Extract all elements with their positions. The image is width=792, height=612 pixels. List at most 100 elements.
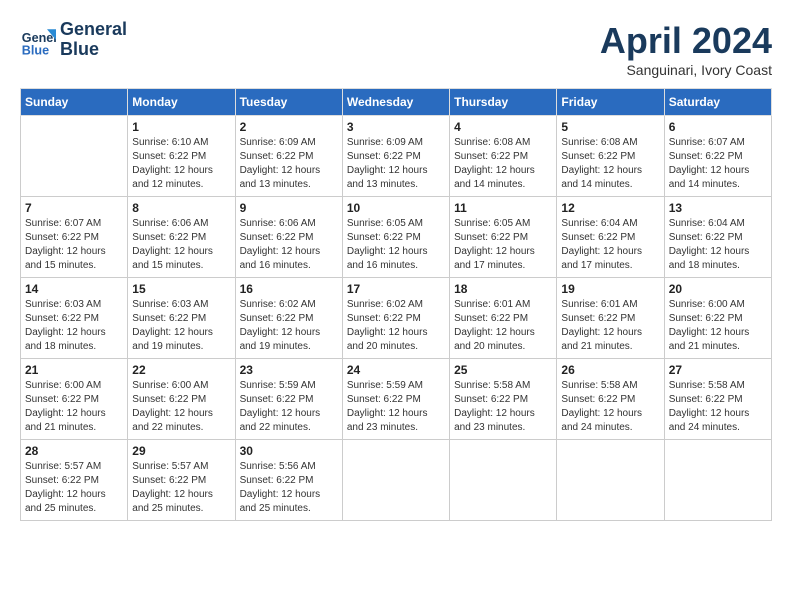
day-info: Sunrise: 6:02 AM Sunset: 6:22 PM Dayligh… — [347, 298, 445, 354]
day-number: 8 — [132, 201, 230, 215]
calendar-cell: 9 Sunrise: 6:06 AM Sunset: 6:22 PM Daylig… — [235, 197, 342, 278]
day-number: 19 — [561, 282, 659, 296]
day-info: Sunrise: 6:03 AM Sunset: 6:22 PM Dayligh… — [132, 298, 230, 354]
day-number: 4 — [454, 120, 552, 134]
day-number: 18 — [454, 282, 552, 296]
calendar-body: 1 Sunrise: 6:10 AM Sunset: 6:22 PM Daylig… — [21, 116, 772, 521]
day-info: Sunrise: 6:09 AM Sunset: 6:22 PM Dayligh… — [347, 136, 445, 192]
day-number: 27 — [669, 363, 767, 377]
weekday-header-sunday: Sunday — [21, 89, 128, 116]
calendar-cell: 7 Sunrise: 6:07 AM Sunset: 6:22 PM Daylig… — [21, 197, 128, 278]
calendar-cell: 21 Sunrise: 6:00 AM Sunset: 6:22 PM Dayli… — [21, 359, 128, 440]
day-number: 11 — [454, 201, 552, 215]
title-area: April 2024 Sanguinari, Ivory Coast — [600, 20, 772, 78]
calendar-week-5: 28 Sunrise: 5:57 AM Sunset: 6:22 PM Dayli… — [21, 440, 772, 521]
calendar-cell — [664, 440, 771, 521]
calendar-week-2: 7 Sunrise: 6:07 AM Sunset: 6:22 PM Daylig… — [21, 197, 772, 278]
logo-line1: General — [60, 20, 127, 40]
day-info: Sunrise: 6:06 AM Sunset: 6:22 PM Dayligh… — [132, 217, 230, 273]
calendar-cell: 29 Sunrise: 5:57 AM Sunset: 6:22 PM Dayli… — [128, 440, 235, 521]
weekday-header-wednesday: Wednesday — [342, 89, 449, 116]
location-subtitle: Sanguinari, Ivory Coast — [600, 62, 772, 78]
calendar-cell: 6 Sunrise: 6:07 AM Sunset: 6:22 PM Daylig… — [664, 116, 771, 197]
calendar-cell: 8 Sunrise: 6:06 AM Sunset: 6:22 PM Daylig… — [128, 197, 235, 278]
calendar-header: SundayMondayTuesdayWednesdayThursdayFrid… — [21, 89, 772, 116]
day-number: 1 — [132, 120, 230, 134]
weekday-header-friday: Friday — [557, 89, 664, 116]
day-info: Sunrise: 6:01 AM Sunset: 6:22 PM Dayligh… — [561, 298, 659, 354]
day-number: 9 — [240, 201, 338, 215]
day-number: 7 — [25, 201, 123, 215]
calendar-cell — [557, 440, 664, 521]
day-info: Sunrise: 6:04 AM Sunset: 6:22 PM Dayligh… — [561, 217, 659, 273]
day-info: Sunrise: 6:02 AM Sunset: 6:22 PM Dayligh… — [240, 298, 338, 354]
logo: General Blue General Blue — [20, 20, 127, 60]
calendar-cell: 15 Sunrise: 6:03 AM Sunset: 6:22 PM Dayli… — [128, 278, 235, 359]
calendar-cell: 19 Sunrise: 6:01 AM Sunset: 6:22 PM Dayli… — [557, 278, 664, 359]
day-info: Sunrise: 6:00 AM Sunset: 6:22 PM Dayligh… — [25, 379, 123, 435]
day-number: 5 — [561, 120, 659, 134]
calendar-cell: 4 Sunrise: 6:08 AM Sunset: 6:22 PM Daylig… — [450, 116, 557, 197]
month-title: April 2024 — [600, 20, 772, 62]
calendar-cell: 17Sunrise: 6:02 AM Sunset: 6:22 PM Dayli… — [342, 278, 449, 359]
calendar-cell: 5Sunrise: 6:08 AM Sunset: 6:22 PM Daylig… — [557, 116, 664, 197]
day-info: Sunrise: 6:00 AM Sunset: 6:22 PM Dayligh… — [669, 298, 767, 354]
calendar-cell — [21, 116, 128, 197]
weekday-header-saturday: Saturday — [664, 89, 771, 116]
day-number: 15 — [132, 282, 230, 296]
day-info: Sunrise: 6:03 AM Sunset: 6:22 PM Dayligh… — [25, 298, 123, 354]
day-info: Sunrise: 6:00 AM Sunset: 6:22 PM Dayligh… — [132, 379, 230, 435]
day-number: 16 — [240, 282, 338, 296]
day-info: Sunrise: 5:58 AM Sunset: 6:22 PM Dayligh… — [561, 379, 659, 435]
weekday-header-thursday: Thursday — [450, 89, 557, 116]
day-number: 28 — [25, 444, 123, 458]
day-number: 22 — [132, 363, 230, 377]
calendar-cell: 27Sunrise: 5:58 AM Sunset: 6:22 PM Dayli… — [664, 359, 771, 440]
day-number: 21 — [25, 363, 123, 377]
day-info: Sunrise: 5:57 AM Sunset: 6:22 PM Dayligh… — [132, 460, 230, 516]
svg-text:Blue: Blue — [22, 43, 49, 57]
day-number: 25 — [454, 363, 552, 377]
calendar-cell: 14 Sunrise: 6:03 AM Sunset: 6:22 PM Dayli… — [21, 278, 128, 359]
day-number: 26 — [561, 363, 659, 377]
day-info: Sunrise: 6:01 AM Sunset: 6:22 PM Dayligh… — [454, 298, 552, 354]
calendar-cell: 20 Sunrise: 6:00 AM Sunset: 6:22 PM Dayli… — [664, 278, 771, 359]
calendar-cell: 1 Sunrise: 6:10 AM Sunset: 6:22 PM Daylig… — [128, 116, 235, 197]
calendar-cell: 18 Sunrise: 6:01 AM Sunset: 6:22 PM Dayli… — [450, 278, 557, 359]
logo-line2: Blue — [60, 40, 127, 60]
day-number: 13 — [669, 201, 767, 215]
calendar-cell: 30Sunrise: 5:56 AM Sunset: 6:22 PM Dayli… — [235, 440, 342, 521]
calendar-cell: 16 Sunrise: 6:02 AM Sunset: 6:22 PM Dayli… — [235, 278, 342, 359]
day-number: 14 — [25, 282, 123, 296]
day-info: Sunrise: 6:05 AM Sunset: 6:22 PM Dayligh… — [454, 217, 552, 273]
day-info: Sunrise: 6:09 AM Sunset: 6:22 PM Dayligh… — [240, 136, 338, 192]
day-number: 2 — [240, 120, 338, 134]
day-number: 20 — [669, 282, 767, 296]
calendar-cell — [342, 440, 449, 521]
day-info: Sunrise: 6:08 AM Sunset: 6:22 PM Dayligh… — [454, 136, 552, 192]
calendar-cell: 13 Sunrise: 6:04 AM Sunset: 6:22 PM Dayli… — [664, 197, 771, 278]
calendar-table: SundayMondayTuesdayWednesdayThursdayFrid… — [20, 88, 772, 521]
day-info: Sunrise: 6:04 AM Sunset: 6:22 PM Dayligh… — [669, 217, 767, 273]
day-number: 30 — [240, 444, 338, 458]
logo-text: General Blue — [60, 20, 127, 60]
calendar-cell: 28Sunrise: 5:57 AM Sunset: 6:22 PM Dayli… — [21, 440, 128, 521]
calendar-cell: 11 Sunrise: 6:05 AM Sunset: 6:22 PM Dayli… — [450, 197, 557, 278]
calendar-cell: 24Sunrise: 5:59 AM Sunset: 6:22 PM Dayli… — [342, 359, 449, 440]
day-number: 29 — [132, 444, 230, 458]
day-number: 6 — [669, 120, 767, 134]
day-number: 3 — [347, 120, 445, 134]
calendar-cell: 2 Sunrise: 6:09 AM Sunset: 6:22 PM Daylig… — [235, 116, 342, 197]
day-info: Sunrise: 5:59 AM Sunset: 6:22 PM Dayligh… — [347, 379, 445, 435]
day-info: Sunrise: 5:59 AM Sunset: 6:22 PM Dayligh… — [240, 379, 338, 435]
header: General Blue General Blue April 2024 San… — [20, 20, 772, 78]
calendar-cell: 26 Sunrise: 5:58 AM Sunset: 6:22 PM Dayli… — [557, 359, 664, 440]
day-info: Sunrise: 6:06 AM Sunset: 6:22 PM Dayligh… — [240, 217, 338, 273]
calendar-week-4: 21 Sunrise: 6:00 AM Sunset: 6:22 PM Dayli… — [21, 359, 772, 440]
day-info: Sunrise: 6:07 AM Sunset: 6:22 PM Dayligh… — [25, 217, 123, 273]
calendar-cell: 22 Sunrise: 6:00 AM Sunset: 6:22 PM Dayli… — [128, 359, 235, 440]
weekday-header-row: SundayMondayTuesdayWednesdayThursdayFrid… — [21, 89, 772, 116]
day-info: Sunrise: 6:07 AM Sunset: 6:22 PM Dayligh… — [669, 136, 767, 192]
day-info: Sunrise: 6:10 AM Sunset: 6:22 PM Dayligh… — [132, 136, 230, 192]
calendar-cell: 10Sunrise: 6:05 AM Sunset: 6:22 PM Dayli… — [342, 197, 449, 278]
